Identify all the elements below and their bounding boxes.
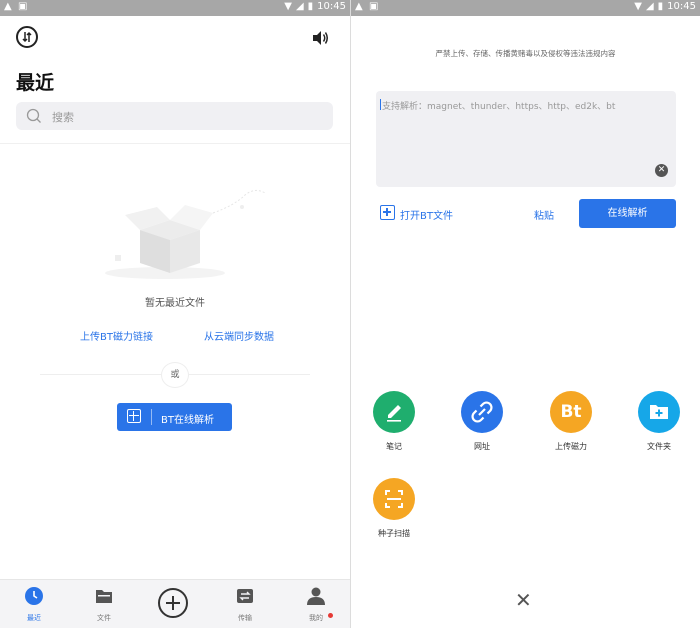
- status-bar: ▲ ▣ ▼ ◢ ▮ 10:45: [0, 0, 350, 16]
- action-label: 笔记: [386, 442, 402, 451]
- tab-label: 我的: [309, 614, 323, 622]
- folder-action[interactable]: 文件夹: [619, 391, 699, 452]
- notification-dot: [328, 613, 333, 618]
- link-icon: [461, 391, 503, 433]
- warning-icon: ▲: [355, 1, 363, 12]
- button-separator: [151, 409, 152, 425]
- wifi-icon: ▼: [634, 1, 642, 12]
- note-action[interactable]: 笔记: [354, 391, 434, 452]
- content-notice: 严禁上传、存储、传播黄赌毒以及侵权等违法违规内容: [435, 49, 616, 58]
- tab-me[interactable]: 我的: [291, 586, 341, 623]
- tab-label: 文件: [97, 614, 111, 622]
- clear-icon[interactable]: ✕: [655, 164, 668, 177]
- recent-screen: ▲ ▣ ▼ ◢ ▮ 10:45 最近 搜索 暂无最近文件 上传BT磁力链接 从云…: [0, 0, 350, 628]
- search-icon: [26, 108, 41, 123]
- action-label: 上传磁力: [555, 442, 587, 451]
- paste-button[interactable]: 粘贴: [534, 207, 554, 222]
- pencil-icon: [373, 391, 415, 433]
- wifi-icon: ▼: [284, 1, 292, 12]
- transfer-icon: [237, 589, 253, 603]
- tab-transfer[interactable]: 传输: [220, 586, 270, 623]
- volume-button[interactable]: [310, 28, 330, 48]
- tab-recent[interactable]: 最近: [9, 586, 59, 623]
- online-parse-button[interactable]: 在线解析: [579, 199, 676, 228]
- person-icon: [307, 587, 325, 605]
- url-action[interactable]: 网址: [442, 391, 522, 452]
- tab-label: 传输: [238, 614, 252, 622]
- divider: [0, 143, 350, 144]
- gallery-icon: ▣: [369, 1, 379, 12]
- status-time: 10:45: [667, 1, 696, 12]
- search-input[interactable]: 搜索: [16, 102, 333, 130]
- parse-screen: ▲ ▣ ▼ ◢ ▮ 10:45 严禁上传、存储、传播黄赌毒以及侵权等违法违规内容…: [351, 0, 700, 628]
- status-time: 10:45: [317, 1, 346, 12]
- battery-icon: ▮: [307, 1, 314, 12]
- folder-plus-icon: [638, 391, 680, 433]
- bt-icon: Bt: [550, 391, 592, 433]
- battery-icon: ▮: [657, 1, 664, 12]
- search-placeholder: 搜索: [52, 111, 74, 124]
- seed-scan-action[interactable]: 种子扫描: [354, 478, 434, 539]
- status-bar: ▲ ▣ ▼ ◢ ▮ 10:45: [351, 0, 700, 16]
- signal-icon: ◢: [295, 1, 304, 12]
- link-input-placeholder: 支持解析：magnet、thunder、https、http、ed2k、bt: [382, 102, 616, 112]
- sort-toggle-button[interactable]: [16, 26, 38, 48]
- action-label: 文件夹: [647, 442, 671, 451]
- gallery-icon: ▣: [18, 1, 28, 12]
- scan-icon: [373, 478, 415, 520]
- open-bt-label: 打开BT文件: [400, 211, 453, 222]
- plus-square-icon: [127, 409, 141, 423]
- add-button[interactable]: [158, 588, 188, 618]
- or-label: 或: [161, 362, 189, 388]
- close-icon[interactable]: ✕: [515, 588, 532, 612]
- warning-icon: ▲: [4, 1, 12, 12]
- signal-icon: ◢: [645, 1, 654, 12]
- page-title: 最近: [16, 72, 55, 94]
- clock-icon: [25, 587, 43, 605]
- folder-icon: [96, 590, 112, 603]
- tab-label: 最近: [27, 614, 41, 622]
- cloud-sync-link[interactable]: 从云端同步数据: [204, 328, 274, 343]
- bt-parse-label: BT在线解析: [161, 415, 214, 426]
- sort-icon: [22, 31, 32, 43]
- action-label: 网址: [474, 442, 490, 451]
- link-input[interactable]: 支持解析：magnet、thunder、https、http、ed2k、bt ✕: [376, 91, 676, 187]
- upload-bt-link[interactable]: 上传BT磁力链接: [80, 328, 153, 343]
- bt-parse-button[interactable]: BT在线解析: [117, 403, 232, 431]
- empty-state-text: 暂无最近文件: [145, 298, 205, 309]
- text-cursor: [380, 99, 381, 110]
- plus-square-icon: [380, 205, 395, 220]
- action-label: 种子扫描: [378, 529, 410, 538]
- empty-box-illustration: [105, 189, 266, 279]
- tab-files[interactable]: 文件: [79, 586, 129, 623]
- speaker-icon: [313, 31, 328, 45]
- upload-magnet-action[interactable]: Bt 上传磁力: [531, 391, 611, 452]
